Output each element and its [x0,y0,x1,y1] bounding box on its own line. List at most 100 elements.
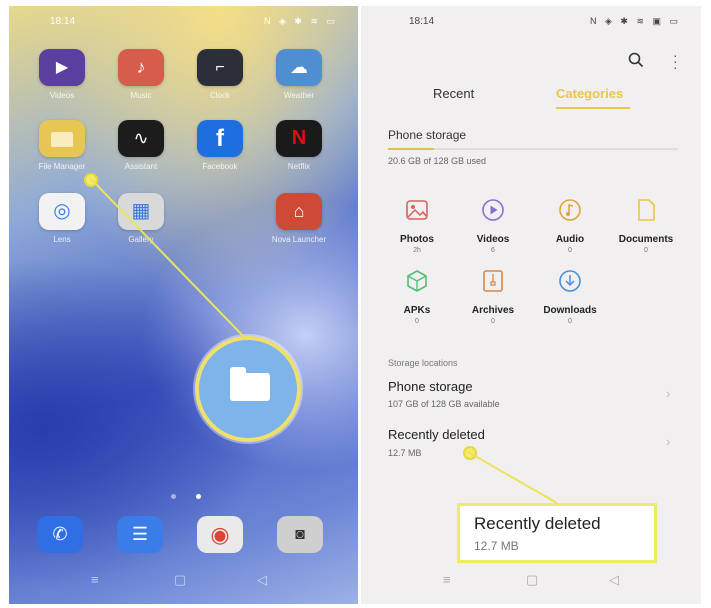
facebook-icon: f [197,120,243,157]
app-netflix[interactable]: N Netflix [267,120,331,171]
row-title: Phone storage [388,379,473,394]
home-screen: 18:14 N ◈ ✱ ≋ ▭ ▶ Videos ♪ Music ⌐ Clock… [9,6,358,604]
document-icon [638,199,655,221]
menu-nav-icon[interactable]: ≡ [443,572,451,587]
messages-icon[interactable]: ☰ [117,516,163,553]
category-label: Videos [476,234,510,245]
category-count: 0 [568,247,572,254]
screenshot-frame: 18:14 N ◈ ✱ ≋ ▭ ▶ Videos ♪ Music ⌐ Clock… [0,0,711,608]
app-label: Netflix [287,162,311,171]
folder-icon [230,367,270,401]
page-dot [171,494,176,499]
app-label: Assistant [124,162,158,171]
gallery-icon: ▦ [118,193,164,230]
row-sub: 107 GB of 128 GB available [388,399,500,409]
app-label: Weather [283,91,315,100]
magnified-folder [195,336,301,442]
nav-bar: ≡ ▢ ◁ [9,572,358,592]
app-assistant[interactable]: ∿ Assistant [109,120,173,171]
category-videos[interactable]: Videos 6 [458,197,528,254]
status-bar: 18:14 N ◈ ✱ ≋ ▣ ▭ [361,14,701,32]
chevron-right-icon: › [666,386,671,401]
tab-underline [556,107,630,109]
tab-recent[interactable]: Recent [433,86,474,101]
archive-icon [483,270,503,292]
app-clock[interactable]: ⌐ Clock [188,49,252,100]
file-manager-screen: 18:14 N ◈ ✱ ≋ ▣ ▭ · · · Recent Categories … [361,6,701,604]
category-count: 0 [568,318,572,325]
category-audio[interactable]: Audio 0 [535,197,605,254]
app-weather[interactable]: ☁ Weather [267,49,331,100]
folder-icon [39,120,85,157]
category-documents[interactable]: Documents 0 [611,197,681,254]
page-indicator [161,486,211,504]
app-music[interactable]: ♪ Music [109,49,173,100]
back-nav-icon[interactable]: ◁ [609,572,619,588]
row-sub: 12.7 MB [388,448,422,458]
videos-icon: ▶ [39,49,85,86]
play-circle-icon [482,199,504,221]
storage-locations-title: Storage locations [388,358,458,368]
callout-recently-deleted: Recently deleted 12.7 MB [457,503,657,563]
back-nav-icon[interactable]: ◁ [257,572,267,588]
status-bar: 18:14 N ◈ ✱ ≋ ▭ [9,14,358,32]
category-count: 0 [491,318,495,325]
app-label: Nova Launcher [271,235,327,244]
category-label: Downloads [543,305,597,316]
music-icon: ♪ [118,49,164,86]
app-label: Videos [49,91,75,100]
category-label: Archives [471,305,515,316]
status-time: 18:14 [50,16,76,27]
storage-used: 20.6 GB of 128 GB used [388,156,487,166]
app-videos[interactable]: ▶ Videos [30,49,94,100]
home-nav-icon[interactable]: ▢ [526,572,538,588]
clock-icon: ⌐ [197,49,243,86]
status-time: 18:14 [409,16,435,27]
app-label: File Manager [38,162,86,171]
photos-icon [406,200,428,220]
weather-icon: ☁ [276,49,322,86]
cube-icon [407,270,427,292]
storage-bar [388,148,678,150]
home-icon: ⌂ [276,193,322,230]
page-dot-active [196,494,201,499]
category-label: Photos [400,234,434,245]
category-archives[interactable]: Archives 0 [458,268,528,325]
status-icons: N ◈ ✱ ≋ ▣ ▭ [589,16,681,26]
menu-nav-icon[interactable]: ≡ [91,572,99,587]
app-label: Music [130,91,152,100]
category-label: APKs [403,305,431,316]
home-nav-icon[interactable]: ▢ [174,572,186,588]
lens-icon: ◎ [39,193,85,230]
more-options-icon[interactable]: · · · [673,48,679,74]
app-nova-launcher[interactable]: ⌂ Nova Launcher [267,193,331,244]
tap-marker [84,173,98,187]
chrome-icon[interactable]: ◉ [197,516,243,553]
phone-icon[interactable]: ✆ [37,516,83,553]
category-count: 2h [413,247,421,254]
phone-storage-title: Phone storage [388,128,467,142]
camera-icon[interactable]: ◙ [277,516,323,553]
search-icon[interactable] [628,52,644,68]
netflix-icon: N [276,120,322,157]
nav-bar: ≡ ▢ ◁ [361,572,701,592]
category-label: Audio [555,234,585,245]
category-label: Documents [618,234,674,245]
status-icons: N ◈ ✱ ≋ ▭ [263,16,338,26]
chevron-right-icon: › [666,434,671,449]
app-lens[interactable]: ◎ Lens [30,193,94,244]
category-count: 0 [644,247,648,254]
callout-title: Recently deleted [474,514,601,533]
assistant-icon: ∿ [118,120,164,157]
category-photos[interactable]: Photos 2h [382,197,452,254]
audio-icon [559,199,581,221]
app-gallery[interactable]: ▦ Gallery [109,193,173,244]
app-file-manager[interactable]: File Manager [30,120,94,171]
category-apks[interactable]: APKs 0 [382,268,452,325]
app-facebook[interactable]: f Facebook [188,120,252,171]
app-label: Facebook [202,162,238,171]
tab-categories[interactable]: Categories [556,86,623,101]
callout-sub: 12.7 MB [474,539,519,553]
category-count: 6 [491,247,495,254]
category-downloads[interactable]: Downloads 0 [535,268,605,325]
